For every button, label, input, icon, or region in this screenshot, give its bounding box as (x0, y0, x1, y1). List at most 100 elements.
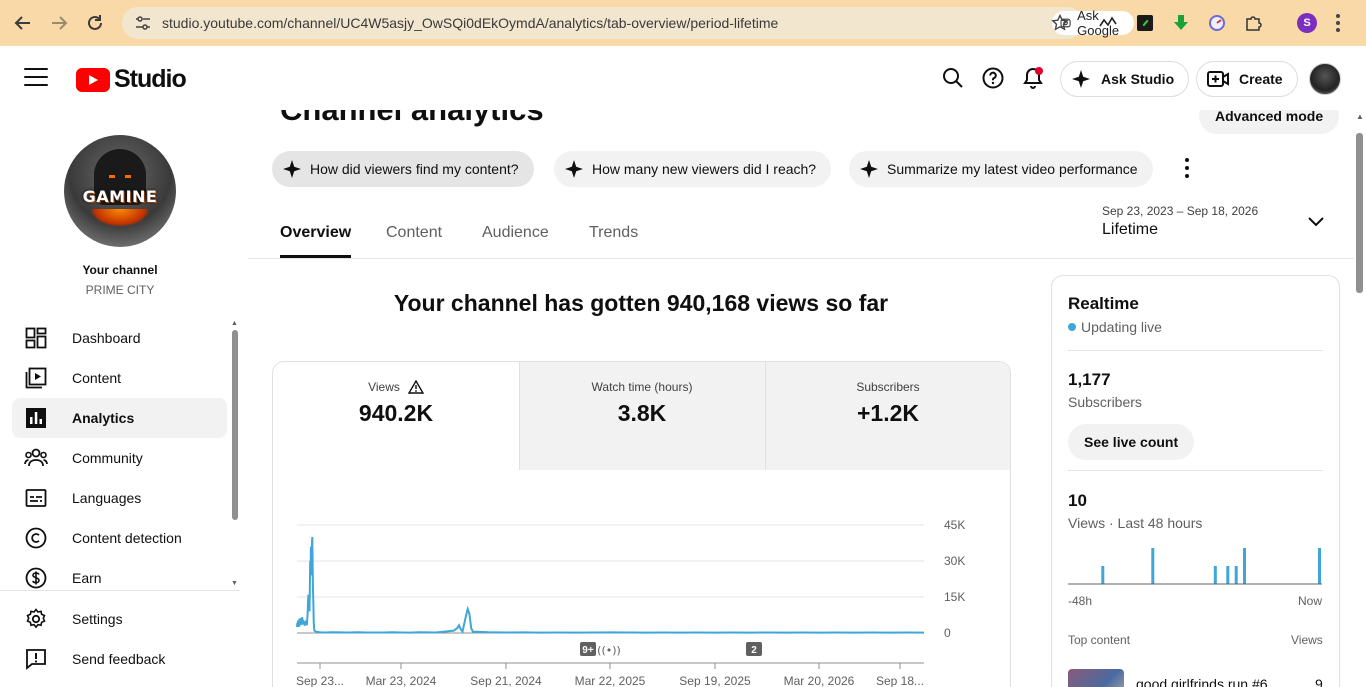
sidebar-item-content[interactable]: Content (12, 358, 227, 398)
browser-menu-icon[interactable] (1333, 12, 1343, 34)
ask-studio-button[interactable]: Ask Studio (1060, 61, 1190, 97)
channel-avatar-logo-text: GAMINE (82, 187, 158, 206)
suggestion-chip[interactable]: How many new viewers did I reach? (554, 151, 832, 187)
views-series-line[interactable] (296, 536, 925, 634)
ask-studio-label: Ask Studio (1101, 71, 1175, 87)
sidebar-item-content-detection[interactable]: Content detection (12, 518, 227, 558)
sidebar-item-settings[interactable]: Settings (12, 599, 227, 639)
sidebar-item-analytics[interactable]: Analytics (12, 398, 227, 438)
realtime-bar[interactable] (1101, 566, 1105, 584)
suggestion-chip[interactable]: Summarize my latest video performance (849, 151, 1153, 187)
menu-icon[interactable] (24, 68, 48, 86)
suggestion-chip[interactable]: How did viewers find my content? (272, 151, 534, 187)
youtube-studio-logo[interactable]: Studio (76, 65, 187, 94)
create-video-icon (1207, 71, 1229, 87)
sidebar-divider (0, 590, 240, 591)
views-chart[interactable]: 0 15K 30K 45K Sep 23... Mar 23, 2024 Sep 21, 2… (272, 361, 1012, 687)
video-thumbnail[interactable] (1068, 669, 1124, 687)
realtime-bar[interactable] (1318, 548, 1321, 584)
realtime-bar[interactable] (1234, 566, 1238, 584)
forward-icon[interactable] (41, 5, 77, 41)
chevron-down-icon[interactable] (1308, 214, 1324, 232)
live-dot-icon (1068, 323, 1076, 331)
realtime-bar[interactable] (1213, 566, 1217, 584)
realtime-axis-start: -48h (1068, 594, 1093, 608)
more-options-icon[interactable] (1183, 158, 1191, 178)
account-avatar[interactable] (1309, 63, 1341, 95)
realtime-views-label: Views · Last 48 hours (1068, 515, 1203, 531)
search-icon[interactable] (941, 66, 965, 90)
advanced-mode-button[interactable]: Advanced mode (1199, 110, 1340, 134)
sidebar-item-earn[interactable]: Earn (12, 558, 227, 598)
chip-label: How did viewers find my content? (310, 161, 519, 177)
channel-avatar[interactable]: GAMINE (64, 135, 176, 247)
realtime-subscribers-value: 1,177 (1068, 370, 1111, 389)
chart-marker-label: 9+ (582, 645, 594, 656)
x-tick-label: Sep 21, 2024 (470, 674, 542, 687)
extensions-puzzle-icon[interactable] (1243, 13, 1263, 33)
create-button[interactable]: Create (1196, 61, 1298, 97)
extension-graph-icon[interactable] (1098, 13, 1118, 33)
realtime-title: Realtime (1068, 294, 1139, 313)
realtime-bar[interactable] (1151, 548, 1155, 584)
extension-download-icon[interactable] (1171, 13, 1191, 33)
top-content-views-label: Views (1291, 633, 1323, 647)
page-title: Channel analytics (280, 110, 544, 128)
sidebar-item-dashboard[interactable]: Dashboard (12, 318, 227, 358)
realtime-status: Updating live (1068, 319, 1162, 335)
realtime-card: Realtime Updating live 1,177 Subscribers… (1051, 275, 1340, 687)
top-content-title[interactable]: good girlfrinds run #6 (1136, 676, 1268, 687)
chip-label: How many new viewers did I reach? (592, 161, 817, 177)
realtime-bar[interactable] (1243, 548, 1246, 584)
sidebar-scroll-down-icon[interactable]: ▼ (231, 580, 238, 587)
your-channel-label: Your channel (82, 263, 158, 277)
realtime-subscribers-label: Subscribers (1068, 394, 1142, 410)
reload-icon[interactable] (77, 5, 113, 41)
channel-name: PRIME CITY (85, 283, 155, 297)
tab-overview[interactable]: Overview (280, 224, 352, 258)
date-period-label[interactable]: Lifetime (1102, 221, 1158, 239)
site-settings-icon[interactable] (128, 15, 158, 31)
earn-icon (24, 566, 48, 590)
sparkle-icon (565, 160, 583, 178)
tab-trends[interactable]: Trends (589, 224, 638, 258)
logo-text: Studio (114, 65, 187, 93)
page-scroll-up-icon[interactable]: ▲ (1356, 112, 1364, 121)
chip-label: Summarize my latest video performance (887, 161, 1138, 177)
page-scrollbar[interactable] (1356, 133, 1363, 293)
back-icon[interactable] (5, 5, 41, 41)
notifications-icon[interactable] (1021, 66, 1045, 90)
y-tick-label: 15K (944, 590, 965, 604)
bookmark-star-icon[interactable] (1051, 13, 1069, 37)
live-stream-marker-icon[interactable]: ((•)) (597, 644, 621, 657)
sidebar-item-send-feedback[interactable]: Send feedback (12, 639, 227, 679)
realtime-views-chart[interactable] (1068, 536, 1328, 586)
realtime-bar[interactable] (1226, 566, 1230, 584)
tab-content[interactable]: Content (386, 224, 442, 258)
feedback-icon (24, 647, 48, 671)
extension-speed-icon[interactable] (1207, 13, 1227, 33)
sidebar-scrollbar[interactable] (232, 330, 238, 520)
extension-terminal-icon[interactable] (1135, 13, 1155, 33)
main-content: Channel analytics Advanced mode How did … (248, 110, 1354, 687)
x-tick-label: Mar 20, 2026 (784, 674, 855, 687)
dashboard-icon (24, 326, 48, 350)
address-bar[interactable]: studio.youtube.com/channel/UC4W5asjy_OwS… (122, 7, 1134, 39)
sidebar-scroll-up-icon[interactable]: ▲ (231, 320, 238, 327)
y-tick-label: 45K (944, 518, 965, 532)
sidebar-item-languages[interactable]: Languages (12, 478, 227, 518)
tabs-divider (248, 258, 1354, 259)
x-tick-label: Mar 22, 2025 (575, 674, 646, 687)
see-live-count-button[interactable]: See live count (1068, 424, 1195, 460)
x-tick-label: Sep 19, 2025 (679, 674, 751, 687)
sparkle-icon (860, 160, 878, 178)
realtime-axis-end: Now (1298, 594, 1323, 608)
x-tick-label: Mar 23, 2024 (366, 674, 437, 687)
date-range-text[interactable]: Sep 23, 2023 – Sep 18, 2026 (1102, 204, 1258, 218)
sidebar-item-label: Settings (72, 611, 123, 627)
sidebar-item-community[interactable]: Community (12, 438, 227, 478)
url-text: studio.youtube.com/channel/UC4W5asjy_OwS… (162, 15, 779, 31)
tab-audience[interactable]: Audience (482, 224, 549, 258)
help-icon[interactable] (981, 66, 1005, 90)
browser-profile-avatar[interactable]: S (1297, 13, 1317, 33)
